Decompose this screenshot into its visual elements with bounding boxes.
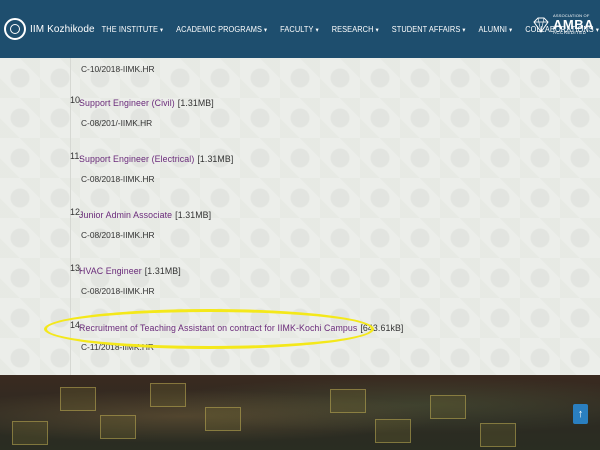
floor-tile: [430, 395, 466, 419]
floor-tile: [330, 389, 366, 413]
entry-link[interactable]: HVAC Engineer [1.31MB]: [79, 266, 181, 276]
iimk-emblem-icon: [4, 18, 26, 40]
chevron-down-icon: ▾: [375, 27, 379, 34]
floor-tile: [60, 387, 96, 411]
entry-code: C-08/2018-IIMK.HR: [81, 286, 155, 296]
floor-tile: [205, 407, 241, 431]
site-header: IIM Kozhikode THE INSTITUTE ▾ ACADEMIC PR…: [0, 0, 600, 58]
entry-code: C-08/201/-IIMK.HR: [81, 118, 153, 128]
amba-text: ASSOCIATION OF AMBA ACCREDITED: [553, 14, 594, 36]
file-size: [1.31MB]: [197, 154, 234, 164]
nav-research[interactable]: RESEARCH ▾: [332, 24, 379, 34]
amba-accreditation-logo: ASSOCIATION OF AMBA ACCREDITED: [531, 14, 594, 36]
entry-link[interactable]: Support Engineer (Electrical) [1.31MB]: [79, 154, 233, 164]
entry-link[interactable]: Junior Admin Associate [1.31MB]: [79, 210, 211, 220]
nav-student-affairs[interactable]: STUDENT AFFAIRS ▾: [392, 24, 466, 34]
entry-link[interactable]: Support Engineer (Civil) [1.31MB]: [79, 98, 214, 108]
entry-code: C-08/2018-IIMK.HR: [81, 230, 155, 240]
nav-label: FACULTY: [280, 24, 314, 34]
floor-tile: [150, 383, 186, 407]
floor-tile: [480, 423, 516, 447]
nav-label: ACADEMIC PROGRAMS: [176, 24, 263, 34]
nav-alumni[interactable]: ALUMNI ▾: [479, 24, 513, 34]
recruitment-list-panel: C-10/2018-IIMK.HR 10. Support Engineer (…: [0, 58, 600, 375]
chevron-down-icon: ▾: [160, 27, 164, 34]
arrow-up-icon: ↑: [577, 408, 584, 420]
entry-code-9: C-10/2018-IIMK.HR: [81, 64, 155, 74]
campus-photo-banner: [0, 375, 600, 450]
file-size: [1.31MB]: [144, 266, 181, 276]
floor-tile: [375, 419, 411, 443]
entry-title[interactable]: Junior Admin Associate: [79, 210, 172, 220]
chevron-down-icon: ▾: [264, 27, 268, 34]
entry-title[interactable]: Recruitment of Teaching Assistant on con…: [79, 323, 357, 333]
file-size: [1.31MB]: [175, 210, 212, 220]
nav-label: THE INSTITUTE: [101, 24, 158, 34]
nav-academic-programs[interactable]: ACADEMIC PROGRAMS ▾: [176, 24, 267, 34]
nav-label: STUDENT AFFAIRS: [391, 24, 461, 34]
entry-code: C-11/2018-IIMK.HR: [81, 342, 154, 352]
entry-code: C-08/2018-IIMK.HR: [81, 174, 155, 184]
file-size: [643.61kB]: [360, 323, 404, 333]
nav-label: ALUMNI: [478, 24, 508, 34]
entry-title[interactable]: Support Engineer (Electrical): [79, 154, 194, 164]
nav-faculty[interactable]: FACULTY ▾: [280, 24, 319, 34]
floor-tile: [100, 415, 136, 439]
amba-accredited-text: ACCREDITED: [553, 30, 587, 35]
diamond-icon: [533, 17, 549, 33]
chevron-down-icon: ▾: [315, 27, 319, 34]
entry-title[interactable]: Support Engineer (Civil): [79, 98, 175, 108]
site-logo[interactable]: IIM Kozhikode: [4, 18, 95, 40]
main-nav: THE INSTITUTE ▾ ACADEMIC PROGRAMS ▾ FACULT…: [95, 0, 600, 58]
nav-the-institute[interactable]: THE INSTITUTE ▾: [102, 24, 163, 34]
entry-title[interactable]: HVAC Engineer: [79, 266, 142, 276]
scroll-to-top-button[interactable]: ↑: [573, 404, 588, 424]
chevron-down-icon: ▾: [595, 27, 599, 34]
chevron-down-icon: ▾: [509, 27, 513, 34]
floor-tile: [12, 421, 48, 445]
logo-text: IIM Kozhikode: [30, 23, 95, 35]
entry-link[interactable]: Recruitment of Teaching Assistant on con…: [79, 323, 403, 333]
file-size: [1.31MB]: [177, 98, 214, 108]
chevron-down-icon: ▾: [462, 27, 466, 34]
nav-label: RESEARCH: [331, 24, 374, 34]
